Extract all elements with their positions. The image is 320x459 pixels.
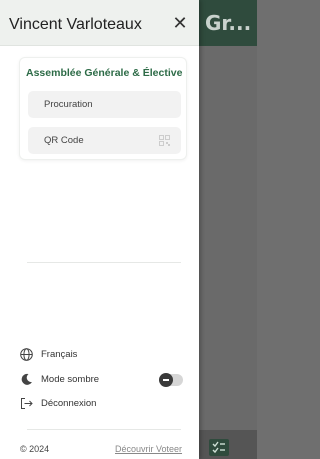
- side-drawer: Vincent Varloteaux ✕ Assemblée Générale …: [0, 0, 199, 459]
- moon-icon: [21, 373, 32, 385]
- language-label: Français: [41, 349, 78, 360]
- toggle-knob: [159, 373, 173, 387]
- procuration-label: Procuration: [44, 99, 93, 110]
- qr-code-button[interactable]: QR Code: [28, 127, 181, 154]
- checklist-icon[interactable]: [209, 439, 229, 456]
- qr-code-label: QR Code: [44, 135, 84, 146]
- drawer-header: Vincent Varloteaux ✕: [0, 0, 199, 46]
- event-card: Assemblée Générale & Élective Procuratio…: [19, 57, 187, 160]
- divider: [27, 262, 181, 263]
- globe-icon: [20, 348, 33, 361]
- qr-code-icon: [159, 135, 170, 146]
- close-icon[interactable]: ✕: [170, 13, 190, 35]
- divider: [27, 429, 181, 430]
- discover-voteer-link[interactable]: Découvrir Voteer: [115, 444, 182, 454]
- dark-mode-setting: Mode sombre: [20, 372, 190, 388]
- copyright-text: © 2024: [20, 444, 50, 454]
- dark-mode-label: Mode sombre: [41, 374, 100, 385]
- procuration-button[interactable]: Procuration: [28, 91, 181, 118]
- app-title: Gr...: [205, 11, 252, 35]
- logout-icon: [21, 398, 33, 409]
- dark-mode-toggle[interactable]: [159, 373, 183, 387]
- user-name: Vincent Varloteaux: [9, 16, 142, 33]
- logout-button[interactable]: Déconnexion: [20, 396, 190, 412]
- event-title: Assemblée Générale & Élective: [26, 67, 183, 79]
- logout-label: Déconnexion: [41, 398, 97, 409]
- language-selector[interactable]: Français: [20, 347, 190, 363]
